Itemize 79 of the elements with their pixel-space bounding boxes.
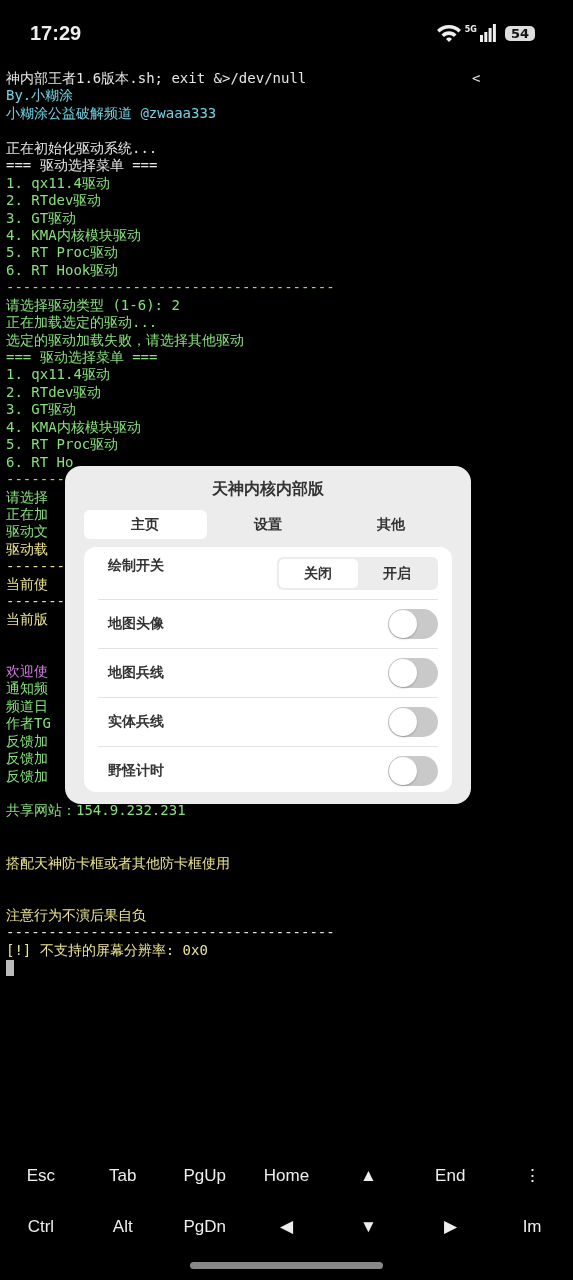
toggle-switch[interactable] xyxy=(388,756,438,786)
terminal-line: 3. GT驱动 xyxy=(6,209,77,226)
terminal-line: 1. qx11.4驱动 xyxy=(6,366,110,383)
dialog-title: 天神内核内部版 xyxy=(211,478,325,500)
segment-option[interactable]: 开启 xyxy=(357,559,436,588)
terminal-line: 4. KMA内核模块驱动 xyxy=(6,226,141,243)
terminal-line: By.小糊涂 xyxy=(6,87,74,104)
network-label: 5G xyxy=(464,25,477,34)
key-button[interactable]: Home xyxy=(245,1150,328,1201)
text-cursor xyxy=(6,960,14,977)
terminal-line: 作者TG xyxy=(6,715,51,732)
terminal-line: 4. KMA内核模块驱动 xyxy=(6,418,141,435)
terminal-line: 频道日 xyxy=(6,697,48,714)
key-button[interactable]: ⋮ xyxy=(491,1150,573,1201)
terminal-line: 5. RT Proc驱动 xyxy=(6,436,119,453)
battery-level: 54 xyxy=(504,25,535,41)
terminal-line: 反馈加 xyxy=(6,767,48,784)
terminal-line: 请选择 xyxy=(6,488,48,505)
terminal-line: 3. GT驱动 xyxy=(6,401,77,418)
key-button[interactable]: Ctrl xyxy=(0,1201,82,1252)
terminal-line: ------- xyxy=(6,471,65,488)
terminal-line: 2. RTdev驱动 xyxy=(6,192,102,209)
terminal-line: === 驱动选择菜单 === xyxy=(6,349,158,365)
terminal-line: 反馈加 xyxy=(6,750,48,767)
tab[interactable]: 设置 xyxy=(206,510,330,539)
setting-label: 野怪计时 xyxy=(108,762,164,780)
terminal-line: ------- xyxy=(6,593,65,610)
terminal-line: 神内部王者1.6版本.sh; exit &>/dev/null xyxy=(6,70,307,86)
terminal-line: ------- xyxy=(6,558,65,575)
terminal-line: 6. RT Hook驱动 xyxy=(6,261,119,278)
key-button[interactable]: ▲ xyxy=(327,1150,410,1201)
terminal-line: 当前使 xyxy=(6,575,48,592)
terminal-line: 搭配天神防卡框或者其他防卡框使用 xyxy=(6,854,230,871)
terminal-line: [!] 不支持的屏幕分辨率: 0x0 xyxy=(6,941,208,958)
terminal-line: 反馈加 xyxy=(6,732,48,749)
segment-option[interactable]: 关闭 xyxy=(279,559,358,588)
key-button[interactable]: ◀ xyxy=(245,1201,328,1252)
terminal-line: 请选择驱动类型 (1-6): 2 xyxy=(6,296,180,313)
terminal-line: === 驱动选择菜单 === xyxy=(6,157,158,174)
scroll-marker: < xyxy=(472,70,481,88)
terminal-line: 6. RT Ho xyxy=(6,453,74,470)
key-button[interactable]: PgUp xyxy=(163,1150,246,1201)
terminal-line: 欢迎使 xyxy=(6,662,48,679)
terminal-line: 驱动载 xyxy=(6,540,48,557)
key-button[interactable]: Tab xyxy=(81,1150,164,1201)
wifi-icon xyxy=(435,23,462,43)
key-button[interactable]: ▶ xyxy=(409,1201,492,1252)
key-button[interactable]: Im xyxy=(491,1201,573,1252)
setting-label: 实体兵线 xyxy=(108,713,164,731)
setting-label: 地图头像 xyxy=(108,615,164,633)
toggle-switch[interactable] xyxy=(388,658,438,688)
toggle-switch[interactable] xyxy=(388,707,438,737)
setting-label: 地图兵线 xyxy=(108,664,164,682)
terminal-line: 当前版 xyxy=(6,610,48,627)
terminal-line: 正在初始化驱动系统... xyxy=(6,139,158,156)
signal-icon xyxy=(479,24,496,42)
key-button[interactable]: Esc xyxy=(0,1150,82,1201)
terminal-line: 通知频 xyxy=(6,680,48,697)
key-button[interactable]: Alt xyxy=(81,1201,164,1252)
terminal-line: 小糊涂公益破解频道 @zwaaa333 xyxy=(6,104,217,121)
terminal-line: 正在加 xyxy=(6,505,48,522)
terminal-line: 1. qx11.4驱动 xyxy=(6,174,110,191)
terminal-line: 5. RT Proc驱动 xyxy=(6,244,119,261)
tab[interactable]: 其他 xyxy=(329,510,452,539)
toggle-switch[interactable] xyxy=(388,609,438,639)
key-button[interactable]: End xyxy=(409,1150,492,1201)
terminal-line: --------------------------------------- xyxy=(6,924,335,941)
terminal-line: 选定的驱动加载失败，请选择其他驱动 xyxy=(6,331,244,348)
tab[interactable]: 主页 xyxy=(84,510,207,539)
clock-time: 17:29 xyxy=(30,21,82,45)
terminal-line: 2. RTdev驱动 xyxy=(6,383,102,400)
terminal-line: 正在加载选定的驱动... xyxy=(6,314,158,331)
key-button[interactable]: ▼ xyxy=(327,1201,410,1252)
terminal-line: --------------------------------------- xyxy=(6,279,335,296)
terminal-line: 注意行为不演后果自负 xyxy=(6,907,146,923)
terminal-line: 共享网站：154.9.232.231 xyxy=(6,802,186,819)
key-button[interactable]: PgDn xyxy=(163,1201,246,1252)
terminal-line: 驱动文 xyxy=(6,523,48,540)
setting-label: 绘制开关 xyxy=(108,557,164,575)
